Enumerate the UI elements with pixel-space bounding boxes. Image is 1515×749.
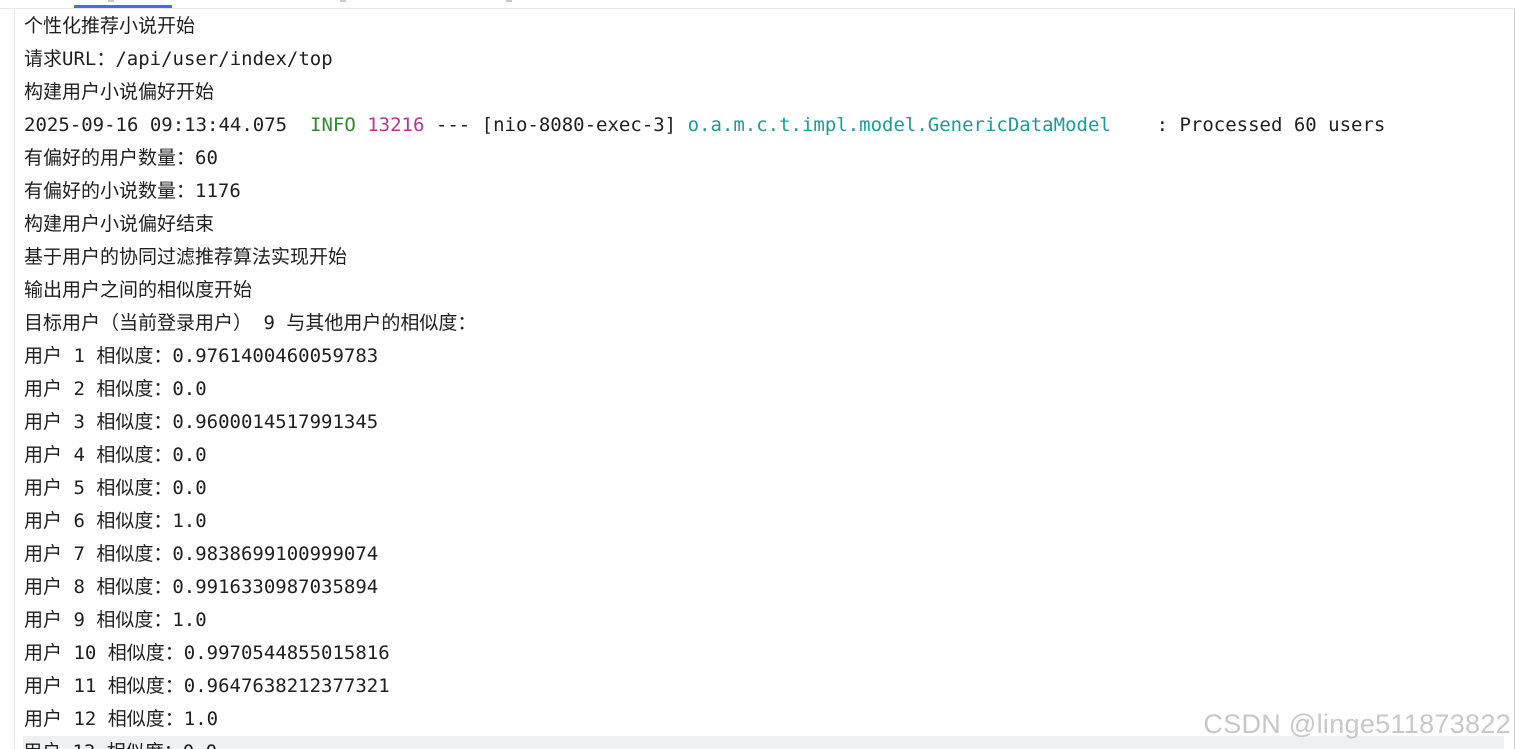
- active-tab-indicator: [74, 5, 172, 8]
- log-entry-line: 2025-09-16 09:13:44.075 INFO 13216 --- […: [24, 109, 1504, 142]
- gutter-divider: [14, 9, 15, 749]
- console-line: 构建用户小说偏好开始: [24, 81, 215, 103]
- console-line: 个性化推荐小说开始: [24, 15, 196, 37]
- log-timestamp: 2025-09-16 09:13:44.075: [24, 114, 288, 136]
- console-line: 有偏好的小说数量：1176: [24, 180, 241, 202]
- log-message: : Processed 60 users: [1156, 114, 1386, 136]
- similarity-line: 用户 11 相似度：0.9647638212377321: [24, 675, 390, 697]
- similarity-line: 用户 10 相似度：0.9970544855015816: [24, 642, 390, 664]
- similarity-line: 用户 9 相似度：1.0: [24, 609, 207, 631]
- log-thread: [nio-8080-exec-3]: [481, 114, 677, 136]
- similarity-line: 用户 7 相似度：0.9838699100999074: [24, 543, 379, 565]
- console-output-panel[interactable]: 个性化推荐小说开始 请求URL：/api/user/index/top 构建用户…: [0, 0, 1515, 749]
- log-logger-link[interactable]: o.a.m.c.t.impl.model.GenericDataModel: [688, 114, 1111, 136]
- watermark: CSDN @linge511873822: [1203, 709, 1511, 739]
- similarity-line: 用户 2 相似度：0.0: [24, 378, 207, 400]
- similarity-line: 用户 5 相似度：0.0: [24, 477, 207, 499]
- similarity-line: 用户 8 相似度：0.9916330987035894: [24, 576, 379, 598]
- console-lines[interactable]: 个性化推荐小说开始 请求URL：/api/user/index/top 构建用户…: [23, 10, 1504, 749]
- log-level: INFO: [310, 114, 356, 136]
- log-pid: 13216: [367, 114, 425, 136]
- similarity-line: 用户 6 相似度：1.0: [24, 510, 207, 532]
- console-line: 构建用户小说偏好结束: [24, 213, 215, 235]
- log-separator: ---: [435, 114, 471, 136]
- console-line: 有偏好的用户数量：60: [24, 147, 218, 169]
- console-line: 目标用户（当前登录用户） 9 与其他用户的相似度：: [24, 312, 477, 334]
- similarity-line: 用户 3 相似度：0.9600014517991345: [24, 411, 379, 433]
- similarity-line: 用户 4 相似度：0.0: [24, 444, 207, 466]
- console-line: 请求URL：/api/user/index/top: [24, 48, 333, 70]
- console-line: 输出用户之间的相似度开始: [24, 279, 253, 301]
- tab-strip-cutoff-glyphs: [0, 0, 520, 4]
- console-line: 基于用户的协同过滤推荐算法实现开始: [24, 246, 348, 268]
- similarity-line: 用户 1 相似度：0.9761400460059783: [24, 345, 379, 367]
